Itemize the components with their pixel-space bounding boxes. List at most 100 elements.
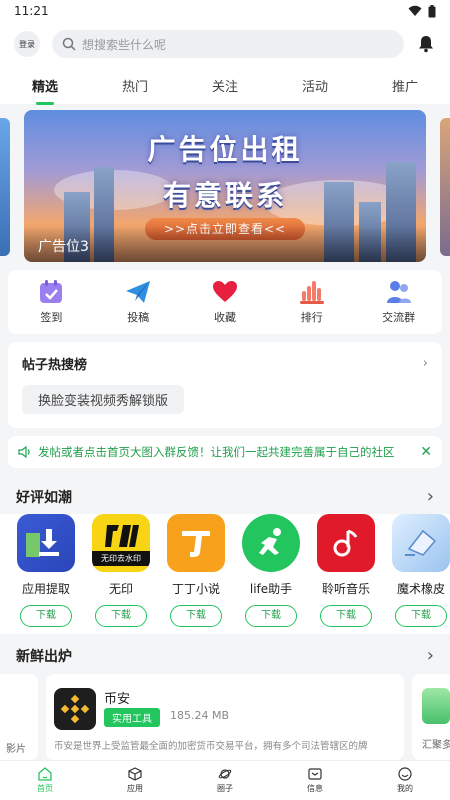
fresh-card-next-peek[interactable]: 汇聚多	[412, 674, 450, 760]
fresh-app-size: 185.24 MB	[170, 709, 230, 722]
banner-subtitle: 有意联系	[162, 179, 287, 212]
wuyin-icon-caption: 无印去水印	[92, 550, 150, 566]
battery-icon	[428, 4, 436, 17]
download-button[interactable]: 下载	[95, 605, 147, 627]
fresh-app-category-badge: 实用工具	[104, 708, 160, 727]
submit-post-label: 投稿	[127, 311, 150, 324]
login-button[interactable]: 登录	[14, 31, 40, 57]
nav-apps-label: 应用	[127, 784, 143, 793]
tab-featured[interactable]: 精选	[28, 70, 62, 101]
hot-search-title: 帖子热搜榜	[22, 358, 88, 373]
tab-promotion[interactable]: 推广	[388, 70, 422, 101]
nav-circles[interactable]: 圈子	[200, 767, 250, 794]
app-card[interactable]: 丁丁小说 下载	[161, 514, 231, 627]
status-bar: 11:21	[0, 0, 450, 22]
category-tabs: 精选 热门 关注 活动 推广	[0, 66, 450, 104]
banner-carousel: 广告位出租 有意联系 >>点击立即查看<< 广告位3	[0, 110, 450, 262]
banner-title: 广告位出租	[147, 133, 303, 166]
banner-next-peek[interactable]	[440, 118, 450, 256]
hot-search-panel: 帖子热搜榜 › 换脸变装视频秀解锁版	[8, 342, 442, 428]
hot-search-tag[interactable]: 换脸变装视频秀解锁版	[22, 385, 185, 414]
paper-plane-icon	[126, 281, 151, 303]
dingding-novel-icon	[167, 514, 225, 572]
app-name: 无印	[108, 582, 133, 596]
ranking-button[interactable]: 排行	[282, 279, 342, 325]
search-input[interactable]: 想搜索些什么呢	[52, 30, 404, 58]
mail-icon	[308, 768, 322, 780]
fresh-app-description: 币安是世界上受监管最全面的加密货币交易平台，拥有多个司法管辖区的牌	[54, 741, 368, 752]
nav-messages[interactable]: 信息	[290, 767, 340, 794]
calendar-icon	[40, 280, 63, 303]
cube-icon	[128, 767, 142, 781]
bar-chart-icon	[299, 281, 324, 304]
group-chat-button[interactable]: 交流群	[369, 279, 429, 325]
speaker-icon	[18, 446, 30, 458]
notification-bell-icon[interactable]	[416, 34, 436, 54]
notice-text[interactable]: 发帖或者点击首页大图入群反馈！让我们一起共建完善属于自己的社区	[38, 444, 414, 460]
banner-prev-peek[interactable]	[0, 118, 10, 256]
status-time: 11:21	[14, 4, 49, 18]
tab-hot[interactable]: 热门	[118, 70, 152, 101]
life-assistant-icon	[242, 514, 300, 572]
search-placeholder: 想搜索些什么呢	[82, 37, 167, 52]
binance-logo-icon	[54, 688, 96, 730]
fresh-card-prev-peek[interactable]: 影片	[0, 674, 38, 760]
top-header: 登录 想搜索些什么呢	[0, 22, 450, 66]
group-icon	[386, 281, 411, 303]
fresh-app-card[interactable]: 币安 实用工具 185.24 MB 币安是世界上受监管最全面的加密货币交易平台，…	[46, 674, 404, 760]
tab-events[interactable]: 活动	[298, 70, 332, 101]
submit-post-button[interactable]: 投稿	[108, 279, 168, 325]
good-reviews-apps: 应用提取 下载 无印去水印 无印 下载 丁丁小说 下载 life助手 下载 聆听…	[0, 514, 450, 634]
smile-icon	[398, 767, 412, 781]
fresh-app-name: 币安	[104, 692, 131, 707]
ranking-label: 排行	[300, 311, 323, 324]
search-icon	[62, 37, 76, 51]
planet-icon	[218, 769, 232, 779]
wuyin-app-icon: 无印去水印	[92, 514, 150, 572]
app-name: 应用提取	[21, 582, 70, 596]
eraser-icon	[392, 514, 450, 572]
banner-caption: 广告位3	[24, 226, 426, 262]
music-note-icon	[317, 514, 375, 572]
download-button[interactable]: 下载	[20, 605, 72, 627]
app-name: 丁丁小说	[171, 582, 220, 596]
nav-apps[interactable]: 应用	[110, 767, 160, 794]
app-card[interactable]: 无印去水印 无印 下载	[86, 514, 156, 627]
bottom-navigation: 首页 应用 圈子 信息 我的	[0, 760, 450, 800]
app-card[interactable]: 魔术橡皮 下载	[386, 514, 450, 627]
fresh-left-text: 影片	[6, 744, 26, 755]
download-button[interactable]: 下载	[395, 605, 447, 627]
nav-profile[interactable]: 我的	[380, 767, 430, 794]
download-button[interactable]: 下载	[320, 605, 372, 627]
nav-profile-label: 我的	[397, 784, 413, 793]
app-card[interactable]: life助手 下载	[236, 514, 306, 627]
nav-home-label: 首页	[37, 784, 53, 793]
nav-circles-label: 圈子	[217, 784, 233, 793]
heart-icon	[212, 281, 237, 302]
app-card[interactable]: 应用提取 下载	[11, 514, 81, 627]
quick-actions: 签到 投稿 收藏 排行 交流群	[8, 270, 442, 334]
favorites-button[interactable]: 收藏	[195, 279, 255, 325]
app-icon	[422, 688, 450, 724]
fresh-title: 新鲜出炉	[16, 648, 72, 665]
chevron-right-icon[interactable]: ›	[427, 486, 434, 507]
close-icon[interactable]: ✕	[420, 444, 432, 460]
home-icon	[38, 767, 52, 781]
notice-bar: 发帖或者点击首页大图入群反馈！让我们一起共建完善属于自己的社区 ✕	[8, 436, 442, 468]
fresh-right-text: 汇聚多	[422, 740, 450, 751]
favorites-label: 收藏	[213, 311, 236, 324]
tab-following[interactable]: 关注	[208, 70, 242, 101]
chevron-right-icon[interactable]: ›	[427, 645, 434, 666]
app-extract-icon	[17, 514, 75, 572]
app-card[interactable]: 聆听音乐 下载	[311, 514, 381, 627]
group-chat-label: 交流群	[382, 311, 416, 324]
download-button[interactable]: 下载	[170, 605, 222, 627]
checkin-button[interactable]: 签到	[21, 279, 81, 325]
app-name: life助手	[249, 582, 293, 596]
app-name: 魔术橡皮	[396, 582, 445, 596]
chevron-right-icon[interactable]: ›	[423, 356, 428, 371]
nav-messages-label: 信息	[307, 784, 323, 793]
banner-slide[interactable]: 广告位出租 有意联系 >>点击立即查看<< 广告位3	[24, 110, 426, 262]
download-button[interactable]: 下载	[245, 605, 297, 627]
nav-home[interactable]: 首页	[20, 767, 70, 794]
